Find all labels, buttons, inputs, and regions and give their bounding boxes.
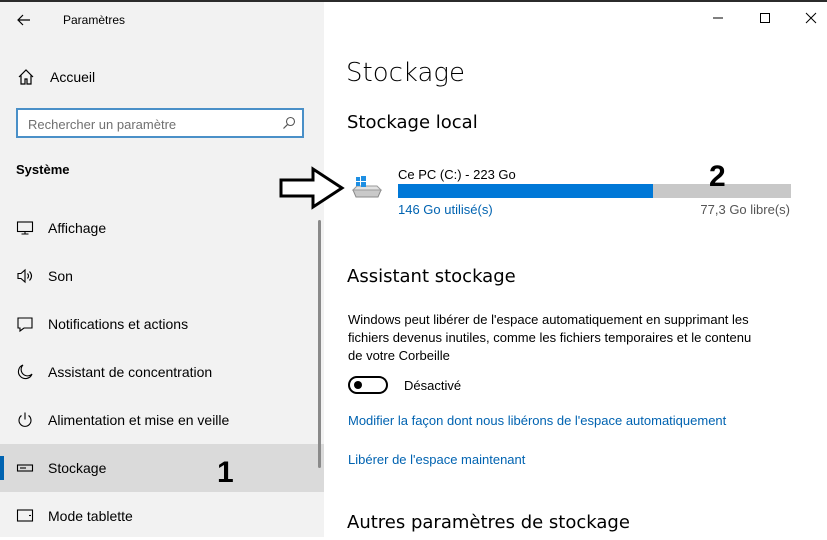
- back-button[interactable]: [14, 10, 34, 30]
- minimize-button[interactable]: [703, 6, 733, 30]
- home-label: Accueil: [50, 69, 96, 85]
- search-input[interactable]: [28, 115, 278, 133]
- drive-icon: [351, 176, 383, 198]
- drive-entry[interactable]: Ce PC (C:) - 223 Go 146 Go utilisé(s) 77…: [348, 164, 798, 224]
- local-storage-heading: Stockage local: [347, 112, 478, 133]
- modify-cleanup-link[interactable]: Modifier la façon dont nous libérons de …: [348, 413, 726, 428]
- power-icon: [18, 412, 32, 427]
- maximize-button[interactable]: [750, 6, 780, 30]
- toggle-knob: [354, 381, 362, 389]
- sidebar-item-label: Mode tablette: [48, 508, 133, 524]
- page-title: Stockage: [346, 58, 466, 88]
- notification-icon: [17, 317, 33, 333]
- sidebar-item-label: Son: [48, 268, 73, 284]
- storage-sense-toggle[interactable]: [348, 376, 388, 394]
- other-storage-settings-heading: Autres paramètres de stockage: [347, 512, 630, 533]
- storage-assistant-heading: Assistant stockage: [347, 266, 516, 287]
- sidebar-item-label: Assistant de concentration: [48, 364, 213, 380]
- back-arrow-icon: [17, 14, 30, 26]
- window-title: Paramètres: [63, 13, 126, 27]
- sidebar-item-stockage[interactable]: Stockage: [0, 444, 324, 492]
- minimize-icon: [713, 17, 723, 19]
- sidebar-item-alimentation[interactable]: Alimentation et mise en veille: [0, 396, 324, 444]
- selection-indicator: [0, 456, 4, 480]
- sidebar-scrollbar[interactable]: [318, 220, 321, 468]
- close-icon: [805, 12, 817, 24]
- free-space-label: 77,3 Go libre(s): [700, 202, 790, 217]
- storage-icon: [16, 464, 34, 472]
- home-icon: [18, 69, 34, 85]
- storage-usage-bar: [398, 184, 791, 198]
- sidebar-item-mode-tablette[interactable]: Mode tablette: [0, 492, 324, 540]
- sidebar-item-notifications[interactable]: Notifications et actions: [0, 300, 324, 348]
- speaker-icon: [17, 268, 33, 284]
- annotation-arrow-icon: [279, 166, 345, 210]
- sidebar-item-label: Notifications et actions: [48, 316, 189, 332]
- moon-icon: [17, 364, 33, 380]
- sidebar-item-label: Alimentation et mise en veille: [48, 412, 230, 428]
- toggle-state-label: Désactivé: [404, 378, 462, 393]
- used-space-label[interactable]: 146 Go utilisé(s): [398, 202, 493, 217]
- section-title: Système: [16, 162, 70, 177]
- sidebar-item-affichage[interactable]: Affichage: [0, 204, 324, 252]
- search-icon[interactable]: [282, 116, 296, 130]
- home-nav-item[interactable]: Accueil: [0, 60, 324, 94]
- sidebar-item-concentration[interactable]: Assistant de concentration: [0, 348, 324, 396]
- sidebar: Paramètres Accueil Système Affichage Son…: [0, 2, 324, 537]
- display-icon: [16, 221, 34, 235]
- search-box[interactable]: [16, 108, 304, 138]
- free-space-now-link[interactable]: Libérer de l'espace maintenant: [348, 452, 525, 467]
- drive-name: Ce PC (C:) - 223 Go: [398, 167, 516, 182]
- annotation-number-1: 1: [217, 456, 234, 489]
- annotation-number-2: 2: [709, 160, 726, 193]
- storage-assistant-description: Windows peut libérer de l'espace automat…: [348, 312, 752, 363]
- maximize-icon: [760, 13, 770, 23]
- sidebar-item-label: Stockage: [48, 460, 107, 476]
- sidebar-item-label: Affichage: [48, 220, 107, 236]
- tablet-icon: [16, 509, 34, 522]
- sidebar-item-son[interactable]: Son: [0, 252, 324, 300]
- storage-usage-fill: [398, 184, 654, 198]
- close-button[interactable]: [796, 6, 826, 30]
